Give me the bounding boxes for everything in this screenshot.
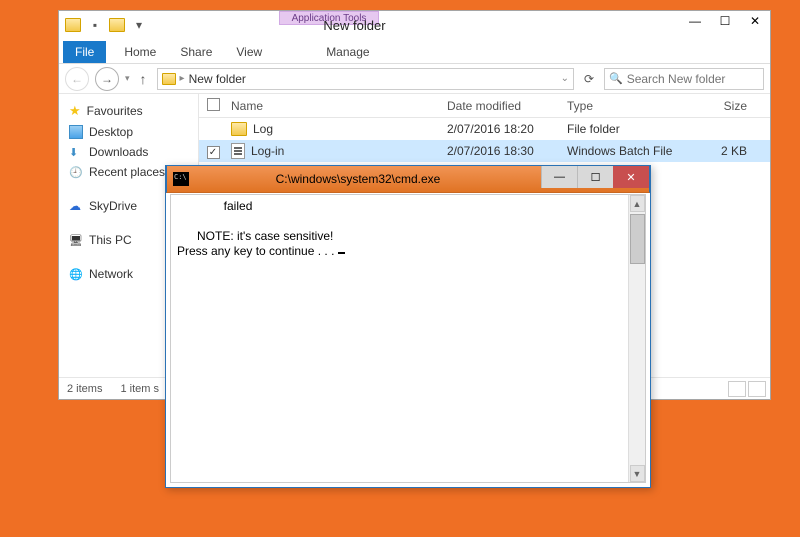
cmd-maximize-button[interactable]: ☐	[577, 166, 613, 188]
row-checkbox[interactable]: ✓	[207, 146, 220, 159]
cmd-scrollbar[interactable]: ▲ ▼	[628, 195, 645, 482]
file-name: Log-in	[251, 144, 284, 158]
ribbon-context-header: Application Tools	[279, 11, 379, 25]
cmd-line: Press any key to continue . . .	[177, 244, 338, 258]
ribbon-tab-view[interactable]: View	[224, 41, 274, 63]
nav-back-button[interactable]: ←	[65, 67, 89, 91]
view-details-button[interactable]	[728, 381, 746, 397]
header-name[interactable]: Name	[227, 99, 447, 113]
cmd-close-button[interactable]: ✕	[613, 166, 649, 188]
file-type: File folder	[567, 122, 687, 136]
nav-downloads[interactable]: Downloads	[63, 142, 194, 162]
batch-file-icon	[231, 143, 245, 159]
list-row[interactable]: Log 2/07/2016 18:20 File folder	[199, 118, 770, 140]
cmd-client-area: failed NOTE: it's case sensitive! Press …	[170, 194, 646, 483]
cmd-line: NOTE: it's case sensitive!	[177, 229, 333, 243]
cmd-titlebar[interactable]: C:\windows\system32\cmd.exe — ☐ ✕	[166, 165, 650, 193]
nav-up-button[interactable]: ↑	[136, 71, 151, 87]
qat-folder-icon[interactable]	[63, 15, 83, 35]
skydrive-icon	[69, 199, 83, 213]
explorer-titlebar[interactable]: ▪ ▾ Application Tools New folder — ☐ ✕	[59, 11, 770, 39]
scroll-thumb[interactable]	[630, 214, 645, 264]
list-header: Name Date modified Type Size	[199, 94, 770, 118]
maximize-button[interactable]: ☐	[710, 11, 740, 31]
scroll-up-icon[interactable]: ▲	[630, 195, 645, 212]
header-size[interactable]: Size	[687, 99, 747, 113]
cmd-minimize-button[interactable]: —	[541, 166, 577, 188]
search-box[interactable]: 🔍	[604, 68, 764, 90]
list-row[interactable]: ✓ Log-in 2/07/2016 18:30 Windows Batch F…	[199, 140, 770, 162]
cmd-window-controls: — ☐ ✕	[541, 166, 649, 188]
window-controls: — ☐ ✕	[680, 11, 770, 31]
cmd-title: C:\windows\system32\cmd.exe	[167, 172, 549, 186]
cursor	[338, 252, 345, 254]
cmd-line: failed	[177, 199, 252, 213]
file-type: Windows Batch File	[567, 144, 687, 158]
scroll-down-icon[interactable]: ▼	[630, 465, 645, 482]
status-selection: 1 item s	[120, 383, 159, 395]
status-item-count: 2 items	[67, 383, 102, 395]
header-type[interactable]: Type	[567, 99, 687, 113]
refresh-button[interactable]: ⟳	[580, 72, 598, 86]
ribbon-tab-home[interactable]: Home	[112, 41, 168, 63]
nav-desktop[interactable]: Desktop	[63, 122, 194, 142]
address-bar: ← → ▾ ↑ ▸ New folder ⌄ ⟳ 🔍	[59, 64, 770, 94]
path-dropdown-icon[interactable]: ⌄	[561, 73, 569, 84]
nav-recent-dropdown[interactable]: ▾	[125, 73, 130, 84]
downloads-icon	[69, 145, 83, 159]
address-path[interactable]: ▸ New folder ⌄	[157, 68, 574, 90]
folder-icon	[231, 122, 247, 136]
pc-icon	[69, 233, 83, 247]
cmd-window: C:\windows\system32\cmd.exe — ☐ ✕ failed…	[165, 165, 651, 488]
search-input[interactable]	[627, 72, 759, 86]
path-segment[interactable]: New folder	[189, 72, 246, 86]
desktop-icon	[69, 125, 83, 139]
file-date: 2/07/2016 18:20	[447, 122, 567, 136]
file-name: Log	[253, 122, 273, 136]
nav-forward-button[interactable]: →	[95, 67, 119, 91]
recent-icon	[69, 165, 83, 179]
header-date[interactable]: Date modified	[447, 99, 567, 113]
search-icon: 🔍	[609, 72, 623, 85]
star-icon: ★	[69, 103, 81, 119]
view-switcher	[728, 381, 766, 397]
file-size: 2 KB	[687, 144, 747, 158]
ribbon-tab-file[interactable]: File	[63, 41, 106, 63]
nav-favourites[interactable]: ★Favourites	[63, 100, 194, 122]
qat-newfolder-icon[interactable]	[107, 15, 127, 35]
network-icon	[69, 267, 83, 281]
quick-access-toolbar: ▪ ▾	[59, 15, 149, 35]
file-date: 2/07/2016 18:30	[447, 144, 567, 158]
minimize-button[interactable]: —	[680, 11, 710, 31]
view-large-button[interactable]	[748, 381, 766, 397]
cmd-output[interactable]: failed NOTE: it's case sensitive! Press …	[171, 195, 628, 482]
qat-properties-icon[interactable]: ▪	[85, 15, 105, 35]
header-checkbox[interactable]	[199, 98, 227, 114]
path-folder-icon	[162, 73, 176, 85]
close-button[interactable]: ✕	[740, 11, 770, 31]
ribbon-tab-share[interactable]: Share	[168, 41, 224, 63]
qat-dropdown-icon[interactable]: ▾	[129, 15, 149, 35]
chevron-right-icon[interactable]: ▸	[180, 73, 185, 84]
ribbon-tab-manage[interactable]: Manage	[314, 41, 381, 63]
ribbon-tabs: File Home Share View Manage	[59, 39, 770, 64]
